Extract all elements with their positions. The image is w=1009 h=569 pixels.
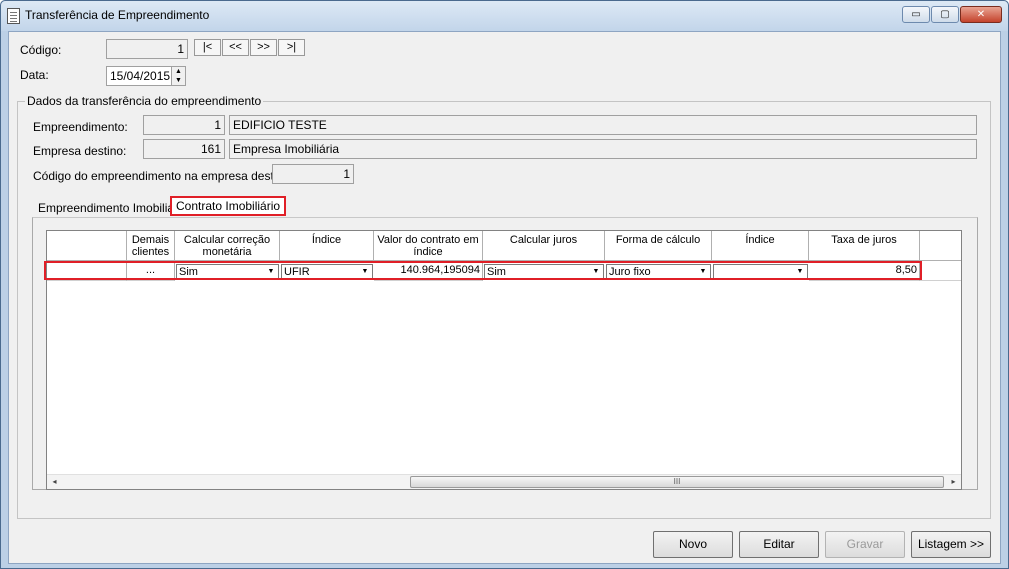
empresa-code-field[interactable]: 161 [143,139,225,159]
novo-button[interactable]: Novo [653,531,733,558]
grid-header-taxa-juros[interactable]: Taxa de juros [809,231,920,261]
forma-calculo-value: Juro fixo [609,266,651,278]
group-legend: Dados da transferência do empreendimento [25,94,264,108]
date-field[interactable]: 15/04/2015 [106,66,172,86]
spin-down-icon[interactable]: ▼ [172,76,185,85]
spin-up-icon[interactable]: ▲ [172,67,185,76]
codigo-field[interactable]: 1 [106,39,188,59]
nav-last-button[interactable]: >| [278,39,305,56]
app-window: Transferência de Empreendimento ▭ ▢ ✕ Có… [0,0,1009,569]
grid-header-indice-2[interactable]: Índice [712,231,809,261]
codigo-destino-field[interactable]: 1 [272,164,354,184]
indice-value: UFIR [284,266,310,278]
chevron-down-icon[interactable]: ▼ [697,266,709,278]
title-bar: Transferência de Empreendimento ▭ ▢ ✕ [1,1,1008,31]
contract-grid: Demais clientes Calcular correção monetá… [46,230,962,490]
demais-clientes-cell[interactable]: ... [127,263,175,281]
grid-header-blank [47,231,127,261]
scroll-right-icon[interactable]: ▸ [946,475,961,489]
grid-header-valor-indice[interactable]: Valor do contrato em índice [374,231,483,261]
scroll-left-icon[interactable]: ◂ [47,475,62,489]
grid-header-calcular-correcao[interactable]: Calcular correção monetária [175,231,280,261]
grid-header-forma-calculo[interactable]: Forma de cálculo [605,231,712,261]
document-icon [7,8,20,24]
codigo-destino-label: Código do empreendimento na empresa dest… [33,169,294,183]
indice-combo[interactable]: UFIR ▼ [281,264,373,280]
data-label: Data: [20,68,49,82]
filler-cell [920,263,961,281]
grid-header-indice[interactable]: Índice [280,231,374,261]
editar-button[interactable]: Editar [739,531,819,558]
forma-calculo-combo[interactable]: Juro fixo ▼ [606,264,711,280]
tab-empreendimento-imobiliario[interactable]: Empreendimento Imobiliário [34,199,191,219]
date-spinner[interactable]: ▲ ▼ [171,66,186,86]
table-row[interactable]: ... Sim ▼ UFIR ▼ 140.964,195094 Sim ▼ Ju… [47,263,961,281]
grid-header-demais-clientes[interactable]: Demais clientes [127,231,175,261]
nav-first-button[interactable]: |< [194,39,221,56]
codigo-label: Código: [20,43,62,57]
chevron-down-icon[interactable]: ▼ [359,266,371,278]
nav-next-button[interactable]: >> [250,39,277,56]
empreendimento-name-field: EDIFICIO TESTE [229,115,977,135]
empreendimento-label: Empreendimento: [33,120,128,134]
row-selector-cell[interactable] [47,263,127,281]
valor-indice-cell[interactable]: 140.964,195094 [374,263,483,281]
taxa-juros-cell[interactable]: 8,50 [809,263,920,281]
scroll-thumb[interactable]: III [410,476,944,488]
indice-juros-combo[interactable]: ▼ [713,264,808,280]
nav-prev-button[interactable]: << [222,39,249,56]
listagem-button[interactable]: Listagem >> [911,531,991,558]
close-button[interactable]: ✕ [960,6,1002,23]
chevron-down-icon[interactable]: ▼ [794,266,806,278]
tab-contrato-imobiliario[interactable]: Contrato Imobiliário [170,196,287,216]
calcular-juros-value: Sim [487,266,506,278]
empreendimento-code-field[interactable]: 1 [143,115,225,135]
chevron-down-icon[interactable]: ▼ [265,266,277,278]
minimize-button[interactable]: ▭ [902,6,930,23]
form-client-area: Código: 1 |< << >> >| Data: 15/04/2015 ▲… [8,31,1001,564]
calcular-correcao-combo[interactable]: Sim ▼ [176,264,279,280]
horizontal-scrollbar[interactable]: ◂ III ▸ [47,474,961,489]
maximize-button[interactable]: ▢ [931,6,959,23]
gravar-button[interactable]: Gravar [825,531,905,558]
grid-header: Demais clientes Calcular correção monetá… [47,231,961,261]
grid-header-filler [920,231,961,261]
window-title: Transferência de Empreendimento [25,8,210,22]
grid-header-calcular-juros[interactable]: Calcular juros [483,231,605,261]
empresa-destino-label: Empresa destino: [33,144,127,158]
calcular-correcao-value: Sim [179,266,198,278]
calcular-juros-combo[interactable]: Sim ▼ [484,264,604,280]
chevron-down-icon[interactable]: ▼ [590,266,602,278]
empresa-name-field: Empresa Imobiliária [229,139,977,159]
